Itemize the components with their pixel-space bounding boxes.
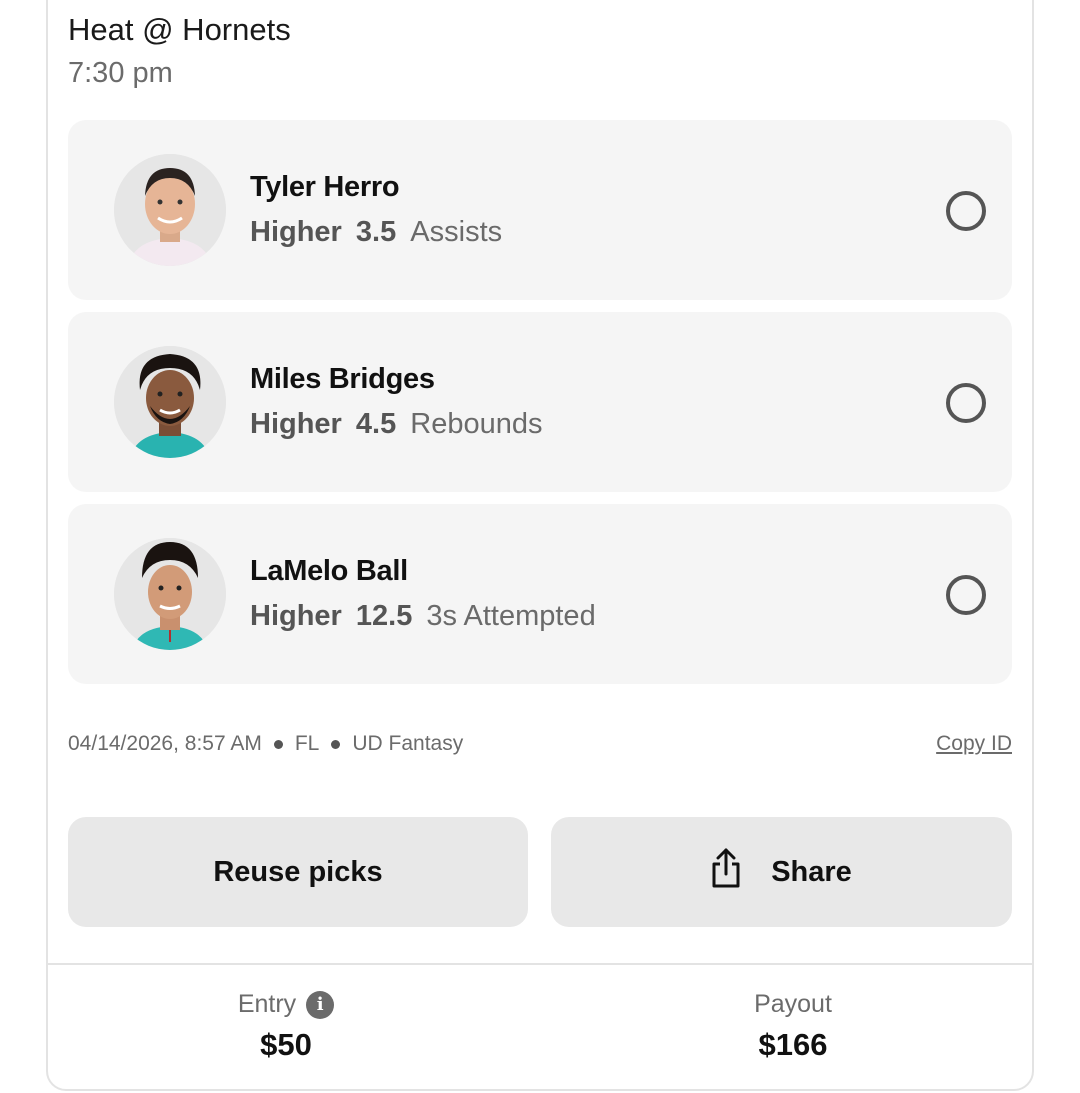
player-name: Tyler Herro — [250, 171, 400, 203]
entry-label-row: Entry i — [136, 990, 436, 1019]
entry-label: Entry — [237, 990, 297, 1018]
player-headshot — [114, 154, 226, 266]
entry-meta: 04/14/2026, 8:57 AM FL UD Fantasy — [68, 732, 463, 756]
pick-line: Higher 3.5 Assists — [250, 216, 502, 249]
copy-id-link[interactable]: Copy ID — [936, 732, 1012, 756]
pick-value: 3.5 — [355, 216, 397, 248]
pick-value: 12.5 — [355, 600, 413, 632]
player-name: Miles Bridges — [250, 363, 435, 395]
entry-amount: $50 — [260, 1027, 312, 1062]
pick-radio[interactable] — [946, 191, 986, 231]
pick-direction: Higher — [250, 408, 342, 440]
pick-line: Higher 12.5 3s Attempted — [250, 600, 596, 633]
payout-amount: $166 — [758, 1027, 828, 1062]
separator-dot — [273, 739, 283, 749]
pick-radio[interactable] — [946, 575, 986, 615]
share-icon — [711, 848, 741, 896]
player-name: LaMelo Ball — [250, 555, 408, 587]
share-label: Share — [771, 855, 852, 888]
reuse-picks-button[interactable]: Reuse picks — [68, 817, 528, 927]
pick-direction: Higher — [250, 600, 342, 632]
game-title: Heat @ Hornets — [68, 12, 291, 47]
share-button[interactable]: Share — [551, 817, 1012, 927]
player-headshot — [114, 538, 226, 650]
pick-stat: 3s Attempted — [426, 600, 596, 632]
pick-row-tyler-herro[interactable]: Tyler Herro Higher 3.5 Assists — [68, 120, 1012, 300]
game-time: 7:30 pm — [68, 57, 173, 89]
footer-divider — [46, 963, 1034, 965]
reuse-picks-label: Reuse picks — [213, 855, 383, 888]
entry-summary: Entry i $50 — [136, 990, 436, 1063]
entry-state: FL — [294, 732, 320, 755]
player-headshot — [114, 346, 226, 458]
pick-stat: Rebounds — [410, 408, 543, 440]
entry-datetime: 04/14/2026, 8:57 AM — [68, 732, 262, 755]
pick-value: 4.5 — [355, 408, 397, 440]
pick-row-miles-bridges[interactable]: Miles Bridges Higher 4.5 Rebounds — [68, 312, 1012, 492]
pick-stat: Assists — [410, 216, 503, 248]
payout-summary: Payout $166 — [643, 990, 943, 1063]
payout-label: Payout — [754, 990, 832, 1018]
entry-brand: UD Fantasy — [352, 732, 464, 755]
pick-line: Higher 4.5 Rebounds — [250, 408, 543, 441]
pick-direction: Higher — [250, 216, 342, 248]
pick-row-lamelo-ball[interactable]: LaMelo Ball Higher 12.5 3s Attempted — [68, 504, 1012, 684]
info-icon[interactable]: i — [306, 990, 335, 1019]
separator-dot — [331, 739, 341, 749]
pick-radio[interactable] — [946, 383, 986, 423]
